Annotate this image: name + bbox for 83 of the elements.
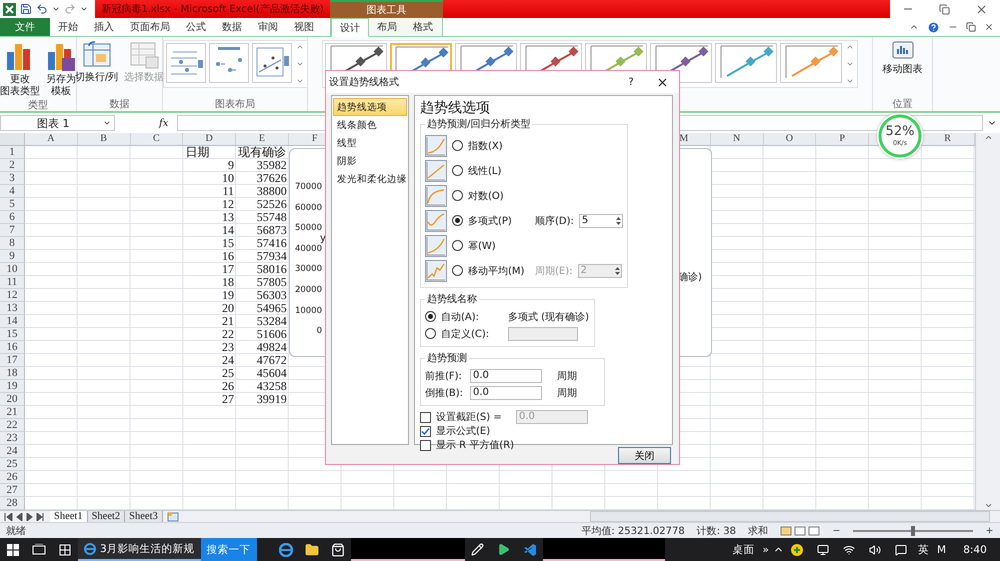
group-title: 趋势线名称 [426, 292, 478, 306]
table-cell-text: 11 [221, 185, 235, 198]
parameter-label: 顺序(D): [535, 214, 574, 228]
count-readout: 计数: 38 [696, 524, 736, 538]
table-cell-text: 17 [221, 263, 235, 276]
context-tab-header: 图表工具 [330, 0, 443, 18]
axis-label: 50000 [294, 223, 322, 235]
table-cell-text: 22 [221, 328, 235, 341]
table-cell-text: 23 [221, 341, 235, 354]
table-cell-text: 26 [221, 380, 235, 393]
table-cell-text: 21 [221, 315, 235, 328]
table-cell-text: 15 [221, 237, 235, 250]
table-cell-text: 10 [221, 172, 235, 185]
option-label: 幂(W) [468, 240, 497, 252]
table-cell-text: 12 [221, 198, 235, 211]
axis-label: 40000 [294, 244, 322, 256]
table-cell-text: 47672 [256, 354, 288, 367]
axis-label: 0 [316, 326, 322, 338]
equation-label: y [320, 233, 326, 244]
checkbox-label: 设置截距(S) = [436, 410, 503, 424]
table-cell-text: 20 [221, 302, 235, 315]
table-cell-text: 9 [227, 159, 235, 172]
pane-heading: 趋势线选项 [420, 99, 491, 117]
trendline-name: 多项式 (现有确诊) [508, 310, 589, 324]
dialog-title: 设置趋势线格式 [329, 76, 399, 89]
table-cell-text: 51606 [256, 328, 288, 341]
group-label: 位置 [892, 98, 914, 111]
status-text: 就绪 [6, 524, 26, 538]
checkbox-label: 显示公式(E) [436, 424, 490, 438]
table-cell-text: 现有确诊 [237, 146, 287, 159]
axis-label: 30000 [294, 264, 322, 276]
checkbox-label: 显示 R 平方值(R) [436, 438, 514, 452]
table-cell-text: 57934 [256, 250, 288, 263]
option-label: 线性(L) [468, 164, 502, 178]
table-cell-text: 57805 [256, 276, 288, 289]
table-cell-text: 53284 [256, 315, 288, 328]
unit-label: 周期 [557, 370, 577, 382]
parameter-label: 周期(E): [535, 264, 572, 278]
group-label: 图表布局 [214, 98, 256, 111]
table-cell-text: 25 [221, 367, 235, 380]
table-cell-text: 日期 [184, 146, 210, 159]
window-title: 新冠病毒1.xlsx - Microsoft Excel(产品激活失败) [101, 2, 324, 16]
option-label: 指数(X) [468, 140, 504, 152]
table-cell-text: 13 [221, 211, 235, 224]
table-cell-text: 24 [221, 354, 235, 367]
table-cell-text: 37626 [256, 172, 288, 185]
average-readout: 平均值: 25321.02778 [581, 524, 685, 538]
group-title: 趋势预测 [426, 352, 468, 365]
table-cell-text: 45604 [256, 367, 288, 380]
table-cell-text: 56303 [256, 289, 288, 302]
field-label: 前推(F): [425, 370, 463, 382]
axis-label: 10000 [294, 306, 322, 318]
table-cell-text: 55748 [256, 211, 288, 224]
sum-readout: 求和 [748, 524, 768, 538]
table-cell-text: 58016 [256, 263, 288, 276]
table-cell-text: 38800 [256, 185, 288, 198]
axis-label: 70000 [294, 182, 322, 194]
table-cell-text: 39919 [256, 393, 288, 406]
table-cell-text: 18 [221, 276, 235, 289]
table-cell-text: 56873 [256, 224, 288, 237]
option-label: 对数(O) [468, 190, 505, 202]
table-cell-text: 57416 [256, 237, 288, 250]
group-label: 类型 [27, 98, 49, 111]
group-label: 数据 [108, 98, 130, 111]
axis-label: 20000 [294, 284, 322, 297]
table-cell-text: 49824 [256, 341, 288, 354]
table-cell-text: 27 [221, 393, 235, 406]
unit-label: 周期 [557, 386, 577, 400]
usage-percent: 52% [886, 125, 914, 139]
table-cell-text: 14 [221, 224, 235, 237]
axis-label: 60000 [294, 202, 322, 214]
field-label: 倒推(B): [425, 386, 464, 400]
group-title: 趋势预测/回归分析类型 [426, 118, 532, 131]
table-cell-text: 35982 [256, 159, 288, 172]
option-label: 自定义(C): [441, 328, 490, 340]
table-cell-text: 54965 [256, 302, 288, 315]
option-label: 移动平均(M) [468, 264, 526, 278]
option-label: 多项式(P) [468, 214, 513, 228]
table-cell-text: 43258 [256, 380, 288, 393]
table-cell-text: 52526 [256, 198, 288, 211]
table-cell-text: 19 [221, 289, 235, 302]
table-cell-text: 16 [221, 250, 235, 263]
option-label: 自动(A): [441, 310, 480, 324]
